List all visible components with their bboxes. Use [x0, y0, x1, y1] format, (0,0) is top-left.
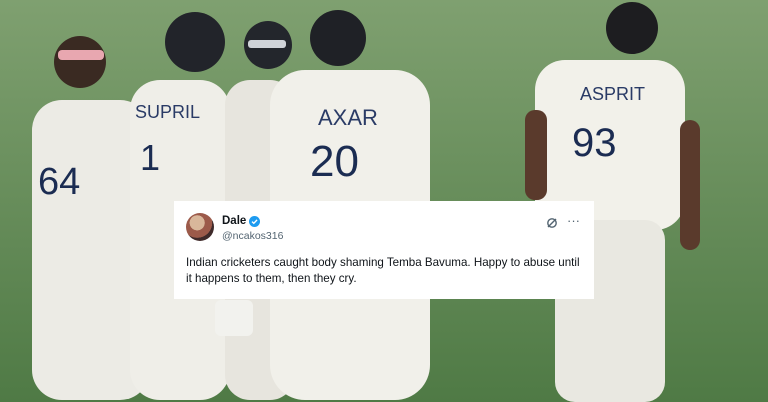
jersey-number: 93 — [572, 121, 617, 165]
name-row: Dale — [222, 215, 261, 227]
tweet-text: Indian cricketers caught body shaming Te… — [186, 256, 580, 285]
tweet-header: Dale @ncakos316 ··· — [186, 213, 580, 243]
jersey-number: 1 — [140, 137, 160, 178]
avatar[interactable] — [186, 213, 214, 241]
grok-icon[interactable] — [546, 217, 558, 229]
jersey-number: 64 — [38, 161, 80, 203]
more-options-icon[interactable]: ··· — [567, 213, 580, 228]
tweet-card[interactable]: Dale @ncakos316 ··· Indian cricketers ca… — [174, 201, 594, 299]
handle[interactable]: @ncakos316 — [222, 230, 283, 242]
jersey-name: AXAR — [318, 105, 378, 130]
jersey-number: 20 — [310, 137, 359, 186]
jersey-name: ASPRIT — [580, 84, 645, 104]
verified-badge-icon — [249, 215, 261, 227]
display-name[interactable]: Dale — [222, 215, 246, 227]
jersey-name: SUPRIL — [135, 102, 200, 122]
